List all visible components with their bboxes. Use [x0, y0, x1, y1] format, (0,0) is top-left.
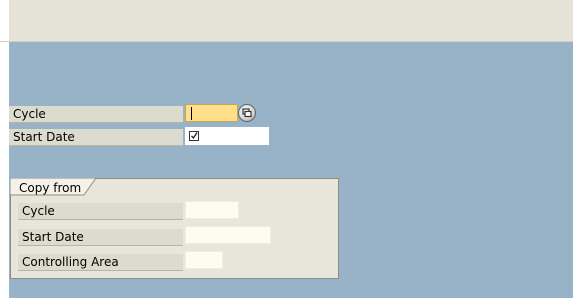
cycle-label-text: Cycle: [13, 107, 46, 121]
start-date-label: Start Date: [9, 129, 183, 146]
calendar-check-icon[interactable]: [189, 130, 200, 141]
start-date-label-text: Start Date: [13, 130, 75, 144]
text-cursor: [191, 107, 192, 120]
copy-from-group: Copy from Cycle Start Date Controlling A…: [10, 178, 339, 279]
copy-cycle-label-text: Cycle: [22, 204, 55, 218]
copy-cycle-label: Cycle: [18, 203, 183, 220]
copy-start-date-label-text: Start Date: [22, 230, 84, 244]
start-date-input[interactable]: [185, 127, 269, 145]
copy-controlling-area-label-text: Controlling Area: [22, 255, 119, 269]
copy-cycle-field: [185, 201, 239, 219]
copy-controlling-area-field: [185, 251, 223, 269]
copy-start-date-label: Start Date: [18, 229, 183, 246]
copy-start-date-field: [185, 226, 271, 244]
cycle-label: Cycle: [9, 106, 183, 123]
copy-from-title: Copy from: [19, 181, 82, 195]
application-toolbar: [0, 0, 573, 42]
value-help-icon: [242, 108, 252, 118]
toolbar-left-margin: [0, 0, 9, 41]
copy-controlling-area-label: Controlling Area: [18, 254, 183, 271]
bottom-margin: [0, 298, 573, 308]
cycle-input[interactable]: [185, 104, 238, 122]
cycle-value-help-button[interactable]: [238, 104, 256, 122]
